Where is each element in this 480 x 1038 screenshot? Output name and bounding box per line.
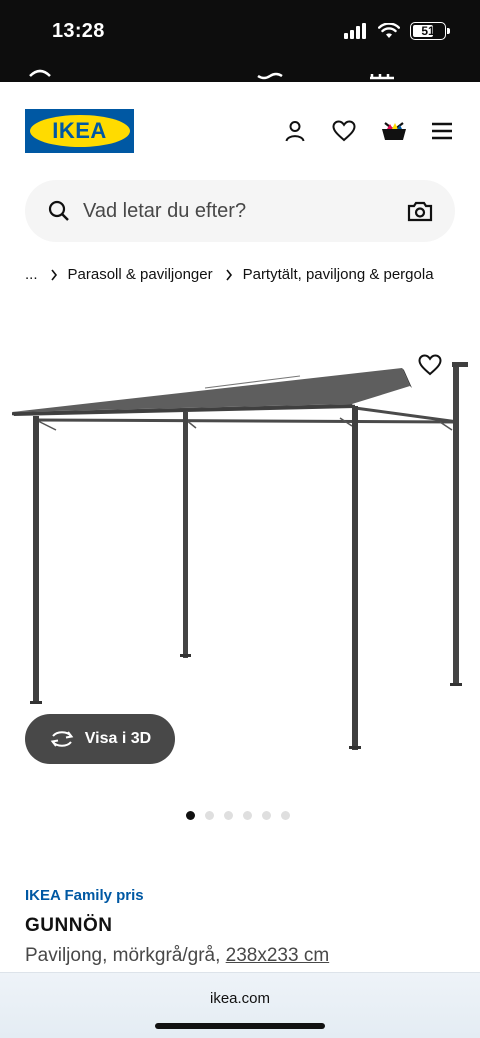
breadcrumb-item-partytalt[interactable]: Partytält, paviljong & pergola: [243, 266, 434, 283]
heart-icon[interactable]: [331, 118, 357, 144]
view-3d-label: Visa i 3D: [84, 730, 152, 747]
product-name: GUNNÖN: [25, 915, 113, 936]
breadcrumb-item-parasoll[interactable]: Parasoll & paviljonger: [68, 266, 213, 283]
url-text[interactable]: ikea.com: [0, 990, 480, 1007]
product-gallery[interactable]: Visa i 3D: [0, 340, 480, 780]
battery-icon: 51: [410, 22, 450, 40]
wishlist-heart-icon[interactable]: [418, 354, 442, 376]
battery-level: 51: [421, 24, 435, 38]
ikea-logo[interactable]: IKEA: [25, 109, 134, 153]
status-time: 13:28: [52, 20, 105, 42]
chevron-right-icon: [225, 269, 233, 281]
carousel-dot[interactable]: [262, 811, 271, 820]
breadcrumb-ellipsis[interactable]: ...: [25, 266, 38, 283]
search-bar[interactable]: [25, 180, 455, 242]
product-description-text: Paviljong, mörkgrå/grå,: [25, 945, 226, 966]
family-price-label: IKEA Family pris: [25, 887, 144, 904]
cart-icon[interactable]: [380, 118, 408, 144]
chevron-right-icon: [50, 269, 58, 281]
product-size-link[interactable]: 238x233 cm: [226, 945, 330, 966]
carousel-dot[interactable]: [186, 811, 195, 820]
wifi-icon: [378, 23, 400, 38]
carousel-dot[interactable]: [205, 811, 214, 820]
status-icons: 51: [344, 22, 450, 40]
view-3d-button[interactable]: Visa i 3D: [25, 714, 175, 764]
search-input[interactable]: [83, 180, 383, 242]
product-description: Paviljong, mörkgrå/grå, 238x233 cm: [25, 945, 329, 967]
breadcrumb: ... Parasoll & paviljonger Partytält, pa…: [25, 266, 434, 283]
browser-url-bar[interactable]: ikea.com: [0, 972, 480, 1038]
carousel-dot[interactable]: [224, 811, 233, 820]
signal-icon: [344, 23, 366, 39]
user-icon[interactable]: [282, 118, 308, 144]
carousel-indicator: [186, 811, 290, 820]
camera-icon[interactable]: [407, 199, 433, 223]
hidden-nav-icons: [29, 69, 394, 80]
menu-icon[interactable]: [429, 118, 455, 144]
carousel-dot[interactable]: [281, 811, 290, 820]
home-indicator[interactable]: [155, 1023, 325, 1029]
rotate-3d-icon: [50, 731, 74, 747]
site-header: IKEA: [0, 82, 480, 182]
status-bar: 13:28 51: [0, 0, 480, 82]
logo-text: IKEA: [52, 118, 107, 143]
search-icon: [48, 200, 69, 221]
carousel-dot[interactable]: [243, 811, 252, 820]
